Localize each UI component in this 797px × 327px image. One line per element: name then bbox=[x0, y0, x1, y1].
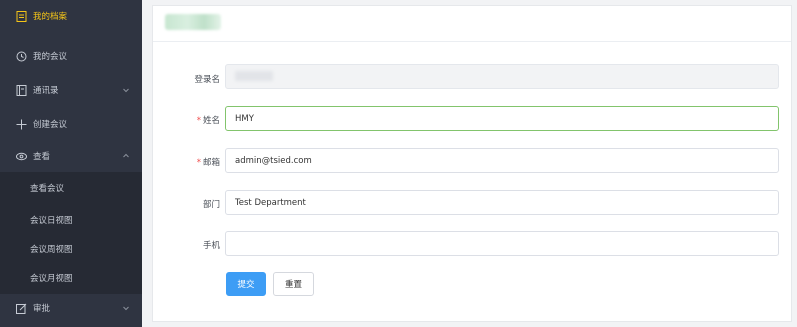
name-label: * 姓名 bbox=[160, 114, 220, 126]
required-mark: * bbox=[196, 158, 201, 168]
email-label: * 邮箱 bbox=[160, 156, 220, 168]
sidebar-item-label: 会议月视图 bbox=[30, 274, 73, 284]
sidebar-item-label: 会议日视图 bbox=[30, 216, 73, 226]
department-label: 部门 bbox=[202, 200, 220, 210]
sidebar-item-view[interactable]: 查看 bbox=[0, 140, 142, 172]
name-label-text: 姓名 bbox=[202, 116, 220, 126]
sidebar-subitem-month-view[interactable]: 会议月视图 bbox=[0, 262, 142, 294]
phone-input[interactable] bbox=[225, 231, 779, 256]
username-label: 登录名 bbox=[194, 75, 220, 85]
blurred-title bbox=[165, 14, 221, 30]
profile-panel: 登录名 *姓名 *邮箱 部门 手机 提交 重置 bbox=[152, 5, 792, 322]
sidebar-item-my-profile[interactable]: 我的档案 bbox=[0, 0, 142, 32]
sidebar-item-label: 查看会议 bbox=[30, 184, 65, 194]
chevron-up-icon bbox=[122, 152, 130, 160]
sidebar-item-label: 我的会议 bbox=[33, 52, 68, 62]
blurred-username bbox=[235, 71, 273, 81]
submit-button[interactable]: 提交 bbox=[226, 272, 266, 296]
eye-icon bbox=[16, 151, 27, 162]
sidebar-item-label: 创建会议 bbox=[33, 120, 68, 130]
phone-label: 手机 bbox=[202, 241, 220, 251]
department-input[interactable] bbox=[225, 190, 779, 215]
edit-icon bbox=[16, 303, 27, 314]
email-label-text: 邮箱 bbox=[202, 158, 220, 168]
book-icon bbox=[16, 84, 27, 96]
sidebar-item-label: 通讯录 bbox=[33, 86, 59, 96]
sidebar: 我的档案 我的会议 通讯录 创建会议 查看 查看会议 会议日视图 会议周视图 会… bbox=[0, 0, 142, 327]
sidebar-item-my-meetings[interactable]: 我的会议 bbox=[0, 40, 142, 72]
name-input[interactable] bbox=[225, 106, 779, 131]
sidebar-item-label: 我的档案 bbox=[33, 12, 68, 22]
sidebar-subitem-week-view[interactable]: 会议周视图 bbox=[0, 233, 142, 265]
plus-icon bbox=[16, 119, 27, 130]
sidebar-subitem-view-meetings[interactable]: 查看会议 bbox=[0, 172, 142, 204]
sidebar-item-label: 会议周视图 bbox=[30, 245, 73, 255]
sidebar-item-contacts[interactable]: 通讯录 bbox=[0, 74, 142, 106]
panel-header bbox=[153, 6, 791, 42]
sidebar-item-label: 审批 bbox=[33, 304, 51, 314]
sidebar-subitem-day-view[interactable]: 会议日视图 bbox=[0, 204, 142, 236]
reset-button[interactable]: 重置 bbox=[273, 272, 314, 296]
email-input[interactable] bbox=[225, 148, 779, 173]
chevron-down-icon bbox=[122, 304, 130, 312]
clock-icon bbox=[16, 51, 27, 62]
username-field bbox=[225, 64, 779, 89]
sidebar-item-create-meeting[interactable]: 创建会议 bbox=[0, 108, 142, 140]
chevron-down-icon bbox=[122, 86, 130, 94]
sidebar-item-approval[interactable]: 审批 bbox=[0, 292, 142, 324]
sidebar-item-label: 查看 bbox=[33, 152, 51, 162]
required-mark: * bbox=[196, 116, 201, 126]
document-icon bbox=[16, 10, 27, 22]
